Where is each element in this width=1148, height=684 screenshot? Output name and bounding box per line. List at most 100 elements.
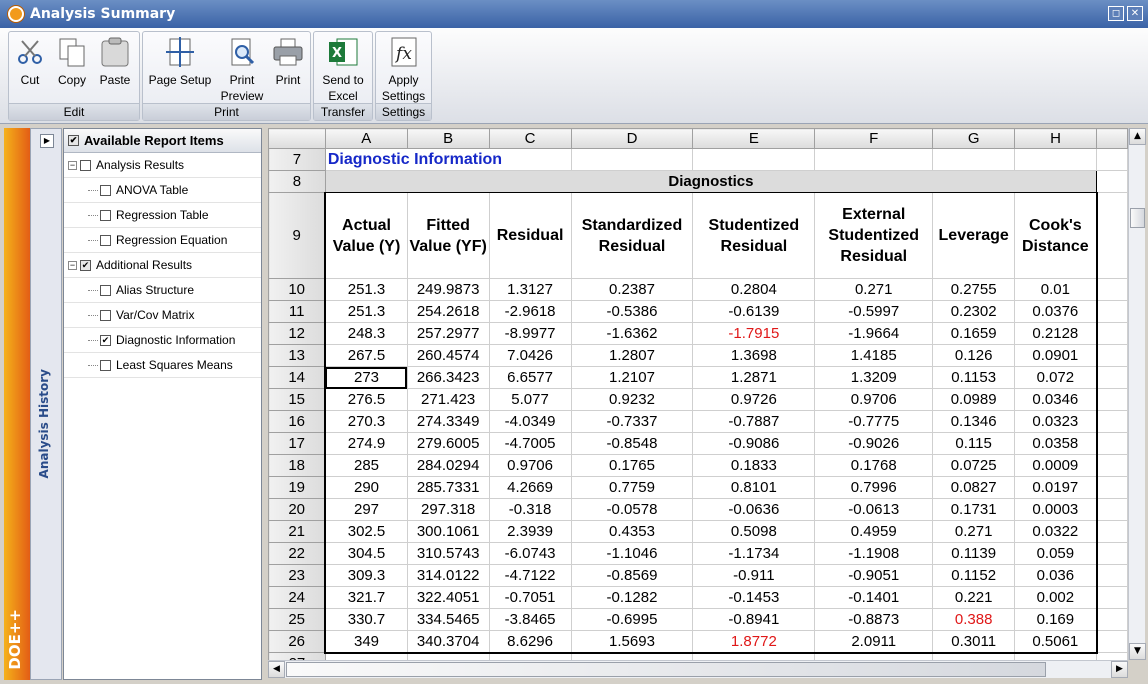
sheet-cell[interactable] xyxy=(570,652,694,660)
table-cell[interactable]: 276.5 xyxy=(324,388,408,411)
table-cell[interactable]: 254.2618 xyxy=(406,300,490,323)
table-cell[interactable]: 1.2871 xyxy=(692,366,816,389)
table-cell[interactable]: 0.169 xyxy=(1014,608,1098,631)
table-cell[interactable]: -6.0743 xyxy=(488,542,572,565)
table-cell[interactable]: -1.1046 xyxy=(570,542,694,565)
table-cell[interactable]: 2.0911 xyxy=(814,630,934,654)
scroll-left-icon[interactable]: ◀ xyxy=(268,661,285,678)
column-header-f[interactable]: F xyxy=(814,128,934,149)
table-cell[interactable]: 334.5465 xyxy=(406,608,490,631)
table-cell[interactable]: -0.1401 xyxy=(814,586,934,609)
table-cell[interactable]: 297 xyxy=(324,498,408,521)
tree-item-checkbox[interactable] xyxy=(80,259,91,271)
sheet-cell[interactable] xyxy=(1096,586,1128,609)
table-cell[interactable]: 302.5 xyxy=(324,520,408,543)
table-cell[interactable]: 0.1152 xyxy=(932,564,1016,587)
table-cell[interactable]: 0.1659 xyxy=(932,322,1016,345)
table-cell[interactable]: 1.3127 xyxy=(488,278,572,301)
column-heading[interactable]: Cook's Distance xyxy=(1014,192,1098,279)
table-cell[interactable]: 290 xyxy=(324,476,408,499)
table-cell[interactable]: 0.036 xyxy=(1014,564,1098,587)
table-cell[interactable]: 0.1153 xyxy=(932,366,1016,389)
section-title[interactable]: Diagnostic Information xyxy=(324,148,572,171)
table-cell[interactable]: -1.6362 xyxy=(570,322,694,345)
sheet-cell[interactable] xyxy=(692,148,816,171)
column-heading[interactable]: Fitted Value (YF) xyxy=(406,192,490,279)
sheet-cell[interactable] xyxy=(932,148,1016,171)
table-cell[interactable]: 0.1833 xyxy=(692,454,816,477)
page-setup-button[interactable]: Page Setup xyxy=(143,32,217,104)
sheet-cell[interactable] xyxy=(1096,278,1128,301)
row-header[interactable]: 24 xyxy=(268,586,326,609)
column-header-g[interactable]: G xyxy=(932,128,1016,149)
select-all-checkbox[interactable] xyxy=(68,135,79,146)
sheet-cell[interactable] xyxy=(1096,344,1128,367)
row-header[interactable]: 16 xyxy=(268,410,326,433)
table-cell[interactable]: 0.4959 xyxy=(814,520,934,543)
scroll-down-icon[interactable]: ▼ xyxy=(1129,643,1146,660)
table-cell[interactable]: 0.0323 xyxy=(1014,410,1098,433)
table-cell[interactable]: 0.9726 xyxy=(692,388,816,411)
table-cell[interactable]: 0.1731 xyxy=(932,498,1016,521)
table-cell[interactable]: 0.5061 xyxy=(1014,630,1098,654)
table-cell[interactable]: 0.2128 xyxy=(1014,322,1098,345)
sheet-cell[interactable] xyxy=(814,652,934,660)
row-header[interactable]: 22 xyxy=(268,542,326,565)
table-cell[interactable]: 0.5098 xyxy=(692,520,816,543)
table-cell[interactable]: -0.5997 xyxy=(814,300,934,323)
table-cell[interactable]: -0.7887 xyxy=(692,410,816,433)
sheet-cell[interactable] xyxy=(570,148,694,171)
row-header[interactable]: 26 xyxy=(268,630,326,653)
table-cell[interactable]: 0.271 xyxy=(932,520,1016,543)
table-cell[interactable]: -0.6995 xyxy=(570,608,694,631)
table-cell[interactable]: 0.2804 xyxy=(692,278,816,301)
sheet-cell[interactable] xyxy=(1096,432,1128,455)
table-cell[interactable]: 6.6577 xyxy=(488,366,572,389)
table-cell[interactable]: 0.0197 xyxy=(1014,476,1098,499)
table-cell[interactable]: 1.8772 xyxy=(692,630,816,654)
table-cell[interactable]: -1.9664 xyxy=(814,322,934,345)
row-header[interactable]: 23 xyxy=(268,564,326,587)
tree-item-checkbox[interactable] xyxy=(100,184,111,196)
table-cell[interactable]: -0.7337 xyxy=(570,410,694,433)
vertical-scrollbar[interactable]: ▲ ▼ xyxy=(1128,128,1146,660)
column-heading[interactable]: External Studentized Residual xyxy=(814,192,934,279)
table-cell[interactable]: -0.318 xyxy=(488,498,572,521)
row-header[interactable]: 12 xyxy=(268,322,326,345)
table-cell[interactable]: 2.3939 xyxy=(488,520,572,543)
collapse-icon[interactable]: − xyxy=(68,260,77,270)
table-cell[interactable]: 279.6005 xyxy=(406,432,490,455)
table-cell[interactable]: 0.0322 xyxy=(1014,520,1098,543)
sheet-cell[interactable] xyxy=(1096,476,1128,499)
table-cell[interactable]: 330.7 xyxy=(324,608,408,631)
table-cell[interactable]: -1.1734 xyxy=(692,542,816,565)
table-cell[interactable]: 285.7331 xyxy=(406,476,490,499)
diagnostics-table-title[interactable]: Diagnostics xyxy=(324,170,1098,193)
sheet-cell[interactable] xyxy=(1096,542,1128,565)
send-to-excel-button[interactable]: X Send to Excel xyxy=(314,32,372,104)
scroll-up-icon[interactable]: ▲ xyxy=(1129,128,1146,145)
column-heading[interactable]: Standardized Residual xyxy=(570,192,694,279)
sheet-cell[interactable] xyxy=(932,652,1016,660)
table-cell[interactable]: -0.0578 xyxy=(570,498,694,521)
column-heading[interactable]: Studentized Residual xyxy=(692,192,816,279)
tree-item-checkbox[interactable] xyxy=(100,209,111,221)
table-cell[interactable]: 297.318 xyxy=(406,498,490,521)
sheet-cell[interactable] xyxy=(1096,192,1128,279)
print-preview-button[interactable]: Print Preview xyxy=(217,32,267,104)
horizontal-scroll-thumb[interactable] xyxy=(286,662,1046,677)
table-cell[interactable]: -4.7005 xyxy=(488,432,572,455)
table-cell[interactable]: -0.9026 xyxy=(814,432,934,455)
tree-item-anova-table[interactable]: ANOVA Table xyxy=(64,178,261,203)
table-cell[interactable]: 1.2807 xyxy=(570,344,694,367)
column-header-c[interactable]: C xyxy=(488,128,572,149)
table-cell[interactable]: 0.1139 xyxy=(932,542,1016,565)
table-cell[interactable]: 309.3 xyxy=(324,564,408,587)
paste-button[interactable]: Paste xyxy=(93,32,137,104)
table-cell[interactable]: 0.388 xyxy=(932,608,1016,631)
sheet-cell[interactable] xyxy=(1096,388,1128,411)
tree-item-var-cov-matrix[interactable]: Var/Cov Matrix xyxy=(64,303,261,328)
table-cell[interactable]: 1.3698 xyxy=(692,344,816,367)
table-cell[interactable]: 0.7759 xyxy=(570,476,694,499)
table-cell[interactable]: 349 xyxy=(324,630,408,654)
